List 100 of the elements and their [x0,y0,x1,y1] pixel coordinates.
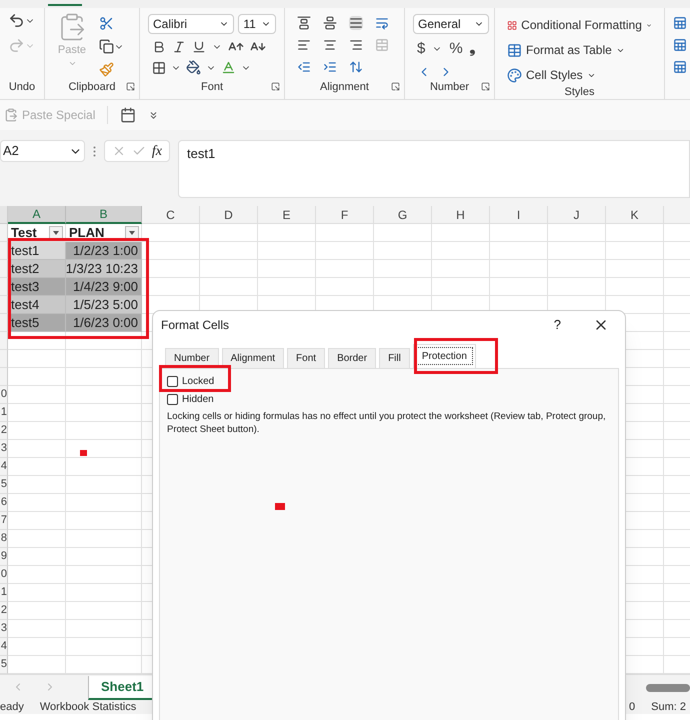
grid-cell [316,242,374,260]
more-icon[interactable] [93,146,96,157]
borders-icon[interactable] [152,60,166,74]
table-cell: 1/6/23 0:00 [66,314,142,332]
column-header[interactable]: H [432,206,490,224]
filter-dropdown-icon[interactable] [125,226,139,239]
increase-indent-icon[interactable] [323,60,337,74]
grid-cell [432,242,490,260]
column-header[interactable]: K [606,206,664,224]
calendar-icon[interactable] [120,107,136,123]
row-header[interactable]: 1 [0,404,8,422]
column-header[interactable]: J [548,206,606,224]
styles-menu-button[interactable]: Format as Table [507,41,652,59]
dialog-launcher-icon[interactable] [126,82,135,91]
checkbox[interactable] [167,376,178,387]
styles-menu-button[interactable]: Conditional Formatting [507,16,652,34]
group-label: Alignment [320,80,369,94]
row-header[interactable]: 2 [0,602,8,620]
underline-icon[interactable] [192,40,206,54]
row-header[interactable]: 5 [0,476,8,494]
dialog-launcher-icon[interactable] [271,82,280,91]
grid-cell [8,638,66,656]
fill-color-icon[interactable] [186,60,201,75]
grid-cell [316,224,374,242]
header-text: Test [11,224,37,242]
filter-dropdown-icon[interactable] [49,226,63,239]
font-color-icon[interactable] [221,60,236,75]
bottom-align-icon[interactable] [349,16,363,30]
font-name-field[interactable]: Calibri [148,14,234,34]
row-header[interactable]: 4 [0,458,8,476]
grid-cell [374,224,432,242]
orientation-icon[interactable] [349,60,363,74]
row-header[interactable]: 5 [0,656,8,674]
cut-icon[interactable] [99,16,114,31]
grid-cell [548,224,606,242]
formula-field[interactable]: test1 [178,140,690,198]
column-header[interactable]: A [8,206,66,224]
bold-icon[interactable] [152,40,166,54]
column-header[interactable]: G [374,206,432,224]
number-format-field[interactable]: General [413,14,489,34]
group-label: Font [200,80,223,94]
grid-cell [8,368,66,386]
table-cell: 1/2/23 1:00 [66,242,142,260]
align-right-icon[interactable] [349,38,363,52]
undo-icon[interactable] [8,12,25,29]
row-header[interactable]: 6 [0,494,8,512]
comma-button[interactable]: ❟ [470,38,476,60]
palette-icon [507,68,522,82]
dialog-launcher-icon[interactable] [391,82,400,91]
copy-icon[interactable] [99,39,114,54]
grid-cell [316,260,374,278]
table-cell: test1 [8,242,66,260]
group-label: Styles [564,85,594,100]
insert-function-button[interactable]: fx [152,140,162,162]
column-header[interactable]: B [66,206,142,224]
row-header[interactable]: 1 [0,584,8,602]
row-header[interactable]: 9 [0,548,8,566]
middle-align-icon[interactable] [323,16,337,30]
styles-menu-button[interactable]: Cell Styles [507,66,652,84]
horizontal-scrollbar[interactable] [646,684,690,692]
group-label: Clipboard [68,80,116,94]
dialog-tab[interactable]: Alignment [222,348,284,368]
dialog-tab[interactable]: Fill [379,348,410,368]
row-header[interactable]: 3 [0,620,8,638]
row-header[interactable]: 7 [0,512,8,530]
column-header[interactable]: I [490,206,548,224]
currency-button[interactable]: $ [417,38,426,60]
wrap-text-icon[interactable] [375,16,389,30]
row-header[interactable]: 3 [0,440,8,458]
row-header[interactable]: 8 [0,530,8,548]
align-left-icon[interactable] [297,38,311,52]
row-header[interactable]: 0 [0,386,8,404]
column-header[interactable]: E [258,206,316,224]
customize-icon[interactable] [148,110,160,120]
grid-cell [374,260,432,278]
row-header[interactable]: 0 [0,566,8,584]
grid-cell [8,332,66,350]
dialog-tab[interactable]: Font [287,348,326,368]
help-button[interactable]: ? [554,315,561,335]
column-header[interactable]: C [142,206,200,224]
font-size-field[interactable]: 11 [238,14,276,34]
align-center-icon[interactable] [323,38,337,52]
workbook-statistics-link[interactable]: Workbook Statistics [40,702,136,712]
dialog-tab[interactable]: Protection [412,344,476,368]
column-header[interactable]: F [316,206,374,224]
percent-button[interactable]: % [449,38,463,60]
checkbox-label: Locked [182,375,214,389]
row-header[interactable]: 4 [0,638,8,656]
checkbox[interactable] [167,394,178,405]
column-header[interactable]: D [200,206,258,224]
name-box[interactable]: A2 [0,140,85,162]
grid-cell [432,260,490,278]
italic-icon[interactable] [172,40,186,54]
top-align-icon[interactable] [297,16,311,30]
format-painter-icon[interactable] [99,62,114,77]
dialog-tab[interactable]: Border [328,348,376,368]
dialog-launcher-icon[interactable] [481,82,490,91]
decrease-indent-icon[interactable] [297,60,311,74]
grid-cell [374,242,432,260]
row-header[interactable]: 2 [0,422,8,440]
